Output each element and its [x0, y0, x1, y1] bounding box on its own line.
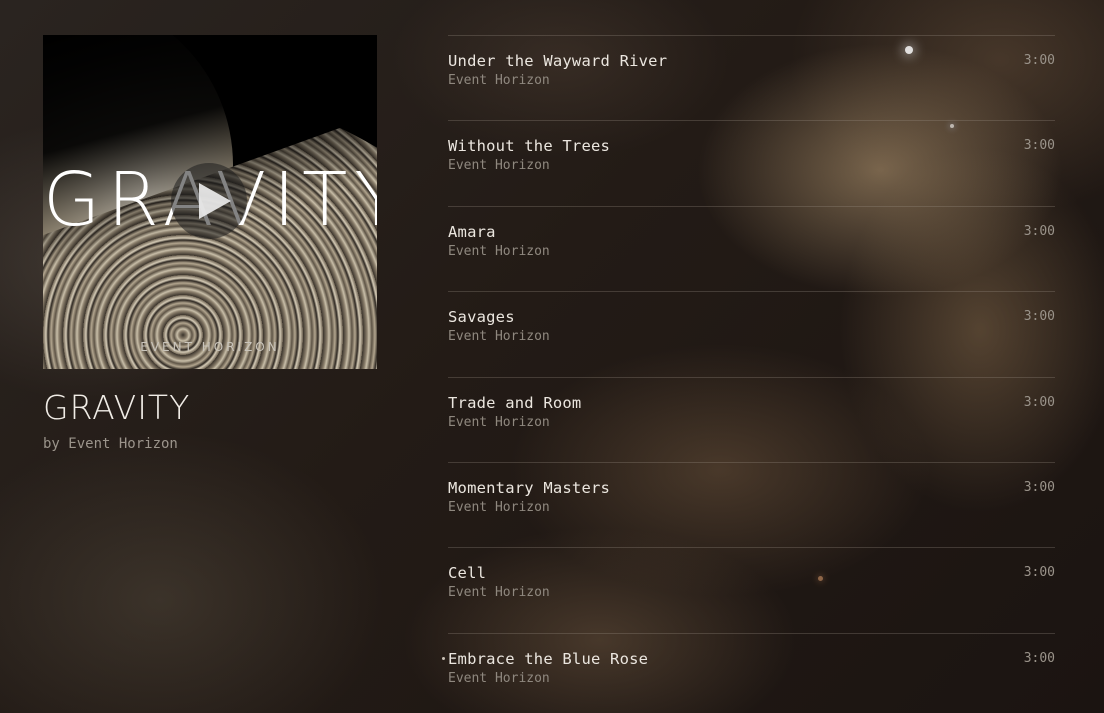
track-row[interactable]: Savages Event Horizon 3:00	[448, 291, 1055, 376]
track-artist: Event Horizon	[448, 329, 550, 345]
player-background: GRAVITY EVENT HORIZON GRAVITY by Event H…	[0, 0, 1104, 713]
track-row[interactable]: Under the Wayward River Event Horizon 3:…	[448, 35, 1055, 120]
track-duration: 3:00	[1023, 565, 1055, 581]
track-title: Embrace the Blue Rose	[448, 649, 649, 668]
play-button[interactable]	[171, 163, 247, 239]
track-duration: 3:00	[1023, 394, 1055, 410]
active-indicator	[442, 656, 445, 660]
track-artist: Event Horizon	[448, 158, 550, 174]
track-row[interactable]: Embrace the Blue Rose Event Horizon 3:00	[442, 632, 1055, 713]
track-row[interactable]: Amara Event Horizon 3:00	[448, 205, 1055, 291]
track-duration: 3:00	[1023, 650, 1055, 666]
track-artist: Event Horizon	[448, 414, 550, 430]
album-byline: by Event Horizon	[43, 436, 178, 452]
track-duration: 3:00	[1023, 309, 1055, 325]
track-title: Savages	[448, 308, 515, 327]
track-artist: Event Horizon	[448, 499, 550, 515]
track-title: Amara	[448, 222, 496, 241]
track-title: Momentary Masters	[448, 478, 611, 497]
track-artist: Event Horizon	[448, 585, 550, 601]
track-artist: Event Horizon	[448, 73, 550, 88]
track-title: Trade and Room	[448, 393, 582, 412]
track-row[interactable]: Trade and Room Event Horizon 3:00	[448, 376, 1055, 462]
track-row[interactable]: Cell Event Horizon 3:00	[448, 547, 1055, 632]
track-duration: 3:00	[1023, 53, 1055, 68]
track-duration: 3:00	[1023, 479, 1055, 495]
track-row[interactable]: Momentary Masters Event Horizon 3:00	[448, 461, 1055, 547]
track-artist: Event Horizon	[448, 243, 550, 259]
cover-artist: EVENT HORIZON	[140, 340, 280, 354]
play-icon	[199, 183, 231, 219]
track-title: Under the Wayward River	[448, 52, 668, 70]
track-list: Under the Wayward River Event Horizon 3:…	[442, 35, 1055, 713]
track-artist: Event Horizon	[448, 670, 550, 686]
track-title: Without the Trees	[448, 137, 611, 156]
track-title: Cell	[448, 564, 487, 583]
track-duration: 3:00	[1023, 138, 1055, 154]
track-row[interactable]: Without the Trees Event Horizon 3:00	[448, 120, 1055, 205]
album-title: GRAVITY	[43, 388, 191, 427]
track-duration: 3:00	[1023, 223, 1055, 239]
album-cover: GRAVITY EVENT HORIZON	[43, 35, 377, 369]
